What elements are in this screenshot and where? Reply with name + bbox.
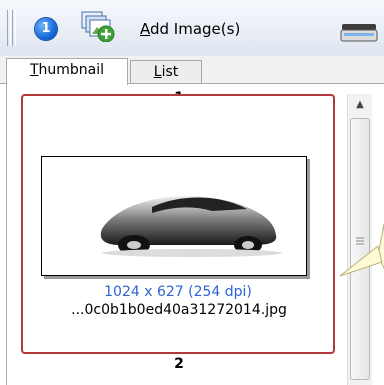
tab-list-label: ist (161, 64, 179, 80)
car-image (100, 196, 282, 257)
image-thumbnail-card[interactable]: 1024 x 627 (254 dpi) ...0c0b1b0ed40a3127… (21, 94, 335, 354)
tab-list[interactable]: List (130, 60, 202, 84)
tab-list-accel: L (153, 64, 162, 80)
scroll-up-arrow-icon[interactable]: ▲ (348, 94, 372, 116)
image-filename: ...0c0b1b0ed40a31272014.jpg (71, 302, 287, 318)
tab-thumbnail-accel: T (29, 62, 39, 78)
add-images-accel: A (140, 20, 150, 38)
add-images-label: dd Image(s) (150, 20, 241, 38)
toolbar-grip[interactable] (7, 10, 11, 46)
scanner-icon[interactable] (340, 22, 378, 44)
tab-thumbnail-label: humbnail (38, 62, 105, 78)
view-tabs: Thumbnail List (0, 56, 384, 85)
image-preview[interactable] (41, 156, 307, 276)
toolbar: 1 Add Image(s) (0, 0, 384, 57)
toolbar-grip[interactable] (12, 10, 16, 46)
tab-thumbnail[interactable]: Thumbnail (6, 58, 128, 85)
step-badge: 1 (35, 18, 57, 40)
tooltip-callout (339, 223, 384, 277)
add-images-icon[interactable] (80, 10, 116, 42)
image-dimensions: 1024 x 627 (254 dpi) (104, 284, 252, 300)
image-number: 2 (174, 356, 184, 372)
add-images-button[interactable]: Add Image(s) (140, 20, 240, 38)
